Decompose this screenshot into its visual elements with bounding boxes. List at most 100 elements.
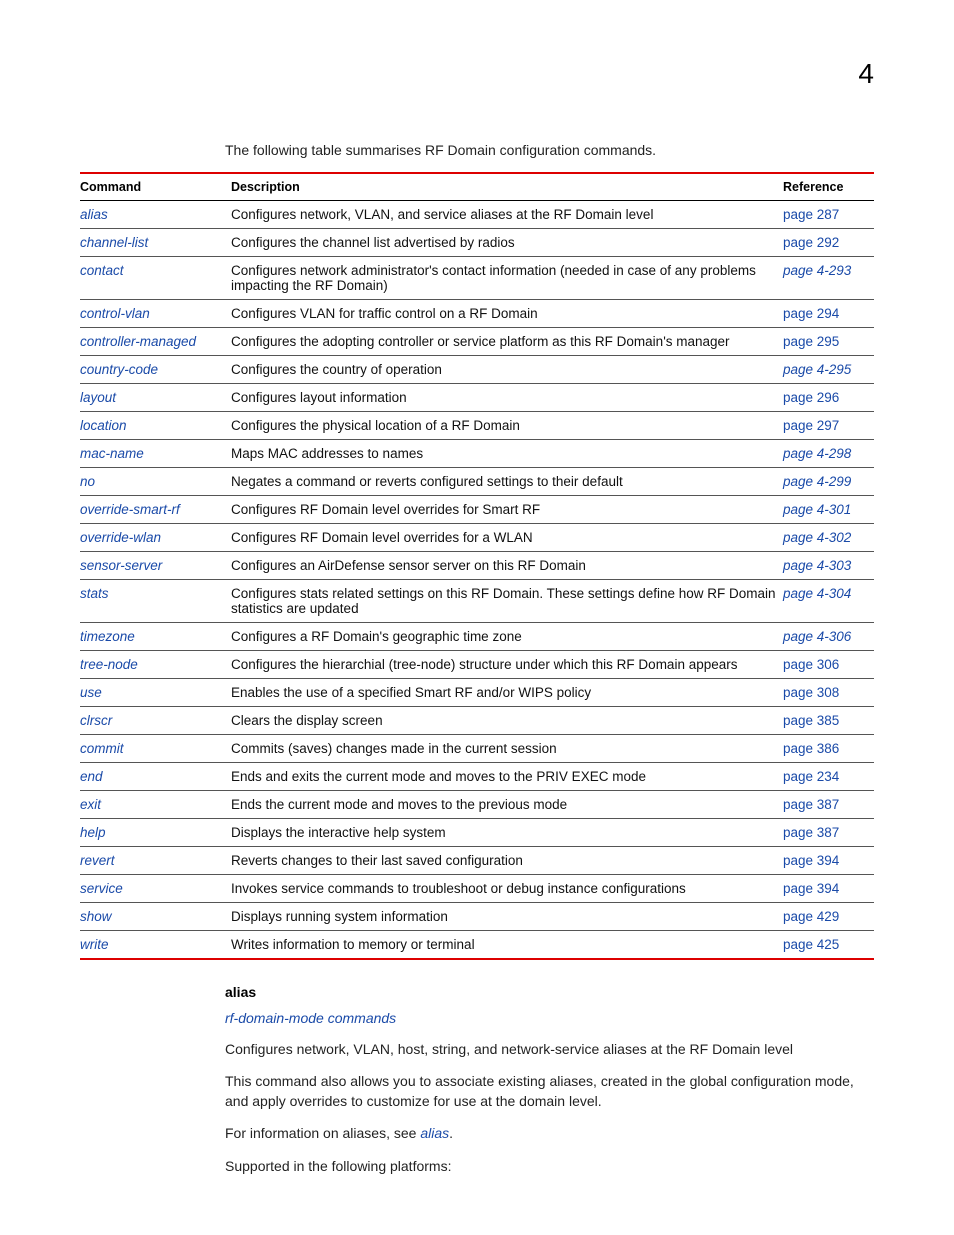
command-link[interactable]: override-smart-rf [80, 496, 231, 524]
command-description: Configures VLAN for traffic control on a… [231, 300, 783, 328]
table-row: showDisplays running system informationp… [80, 903, 874, 931]
command-link[interactable]: help [80, 819, 231, 847]
command-description: Configures network, VLAN, and service al… [231, 201, 783, 229]
para3-suffix: . [449, 1125, 453, 1141]
reference-link[interactable]: page 294 [783, 300, 874, 328]
command-link[interactable]: sensor-server [80, 552, 231, 580]
command-description: Configures RF Domain level overrides for… [231, 524, 783, 552]
command-description: Configures the adopting controller or se… [231, 328, 783, 356]
reference-link[interactable]: page 287 [783, 201, 874, 229]
reference-link[interactable]: page 429 [783, 903, 874, 931]
command-link[interactable]: end [80, 763, 231, 791]
col-header-description: Description [231, 173, 783, 201]
command-link[interactable]: channel-list [80, 229, 231, 257]
reference-link[interactable]: page 306 [783, 651, 874, 679]
command-link[interactable]: control-vlan [80, 300, 231, 328]
command-description: Configures stats related settings on thi… [231, 580, 783, 623]
command-link[interactable]: contact [80, 257, 231, 300]
table-row: layoutConfigures layout informationpage … [80, 384, 874, 412]
reference-link[interactable]: page 385 [783, 707, 874, 735]
col-header-reference: Reference [783, 173, 874, 201]
reference-link[interactable]: page 4-306 [783, 623, 874, 651]
reference-link[interactable]: page 296 [783, 384, 874, 412]
command-link[interactable]: revert [80, 847, 231, 875]
table-row: useEnables the use of a specified Smart … [80, 679, 874, 707]
alias-link[interactable]: alias [420, 1125, 449, 1141]
reference-link[interactable]: page 4-299 [783, 468, 874, 496]
command-description: Displays the interactive help system [231, 819, 783, 847]
reference-link[interactable]: page 295 [783, 328, 874, 356]
command-link[interactable]: commit [80, 735, 231, 763]
command-link[interactable]: exit [80, 791, 231, 819]
reference-link[interactable]: page 4-293 [783, 257, 874, 300]
section-subhead[interactable]: rf-domain-mode commands [225, 1008, 874, 1028]
table-row: serviceInvokes service commands to troub… [80, 875, 874, 903]
table-row: controller-managedConfigures the adoptin… [80, 328, 874, 356]
command-description: Enables the use of a specified Smart RF … [231, 679, 783, 707]
command-link[interactable]: no [80, 468, 231, 496]
reference-link[interactable]: page 4-303 [783, 552, 874, 580]
table-row: revertReverts changes to their last save… [80, 847, 874, 875]
section-para2: This command also allows you to associat… [225, 1071, 874, 1112]
reference-link[interactable]: page 394 [783, 847, 874, 875]
command-link[interactable]: tree-node [80, 651, 231, 679]
command-link[interactable]: service [80, 875, 231, 903]
table-row: locationConfigures the physical location… [80, 412, 874, 440]
table-row: contactConfigures network administrator'… [80, 257, 874, 300]
reference-link[interactable]: page 386 [783, 735, 874, 763]
command-link[interactable]: show [80, 903, 231, 931]
reference-link[interactable]: page 4-304 [783, 580, 874, 623]
table-row: noNegates a command or reverts configure… [80, 468, 874, 496]
reference-link[interactable]: page 4-298 [783, 440, 874, 468]
section-para4: Supported in the following platforms: [225, 1156, 874, 1176]
command-link[interactable]: layout [80, 384, 231, 412]
reference-link[interactable]: page 292 [783, 229, 874, 257]
alias-section: alias rf-domain-mode commands Configures… [225, 982, 874, 1176]
reference-link[interactable]: page 234 [783, 763, 874, 791]
command-link[interactable]: override-wlan [80, 524, 231, 552]
intro-text: The following table summarises RF Domain… [225, 142, 874, 158]
command-link[interactable]: stats [80, 580, 231, 623]
table-row: commitCommits (saves) changes made in th… [80, 735, 874, 763]
command-description: Ends the current mode and moves to the p… [231, 791, 783, 819]
command-description: Invokes service commands to troubleshoot… [231, 875, 783, 903]
command-description: Configures layout information [231, 384, 783, 412]
command-description: Configures the country of operation [231, 356, 783, 384]
command-link[interactable]: location [80, 412, 231, 440]
command-description: Displays running system information [231, 903, 783, 931]
command-link[interactable]: alias [80, 201, 231, 229]
command-description: Reverts changes to their last saved conf… [231, 847, 783, 875]
command-description: Configures an AirDefense sensor server o… [231, 552, 783, 580]
reference-link[interactable]: page 308 [783, 679, 874, 707]
section-heading: alias [225, 982, 874, 1002]
command-link[interactable]: timezone [80, 623, 231, 651]
command-link[interactable]: country-code [80, 356, 231, 384]
table-row: timezoneConfigures a RF Domain's geograp… [80, 623, 874, 651]
command-description: Configures RF Domain level overrides for… [231, 496, 783, 524]
reference-link[interactable]: page 394 [783, 875, 874, 903]
table-row: override-wlanConfigures RF Domain level … [80, 524, 874, 552]
table-row: override-smart-rfConfigures RF Domain le… [80, 496, 874, 524]
table-row: sensor-serverConfigures an AirDefense se… [80, 552, 874, 580]
command-link[interactable]: use [80, 679, 231, 707]
command-link[interactable]: clrscr [80, 707, 231, 735]
table-row: aliasConfigures network, VLAN, and servi… [80, 201, 874, 229]
command-link[interactable]: mac-name [80, 440, 231, 468]
reference-link[interactable]: page 297 [783, 412, 874, 440]
reference-link[interactable]: page 387 [783, 819, 874, 847]
table-row: channel-listConfigures the channel list … [80, 229, 874, 257]
command-link[interactable]: controller-managed [80, 328, 231, 356]
command-description: Configures the hierarchial (tree-node) s… [231, 651, 783, 679]
reference-link[interactable]: page 4-302 [783, 524, 874, 552]
reference-link[interactable]: page 387 [783, 791, 874, 819]
table-row: writeWrites information to memory or ter… [80, 931, 874, 960]
command-table: Command Description Reference aliasConfi… [80, 172, 874, 960]
command-link[interactable]: write [80, 931, 231, 960]
command-description: Configures network administrator's conta… [231, 257, 783, 300]
reference-link[interactable]: page 4-295 [783, 356, 874, 384]
command-description: Configures the physical location of a RF… [231, 412, 783, 440]
page: 4 The following table summarises RF Doma… [0, 0, 954, 1235]
reference-link[interactable]: page 425 [783, 931, 874, 960]
reference-link[interactable]: page 4-301 [783, 496, 874, 524]
command-description: Maps MAC addresses to names [231, 440, 783, 468]
